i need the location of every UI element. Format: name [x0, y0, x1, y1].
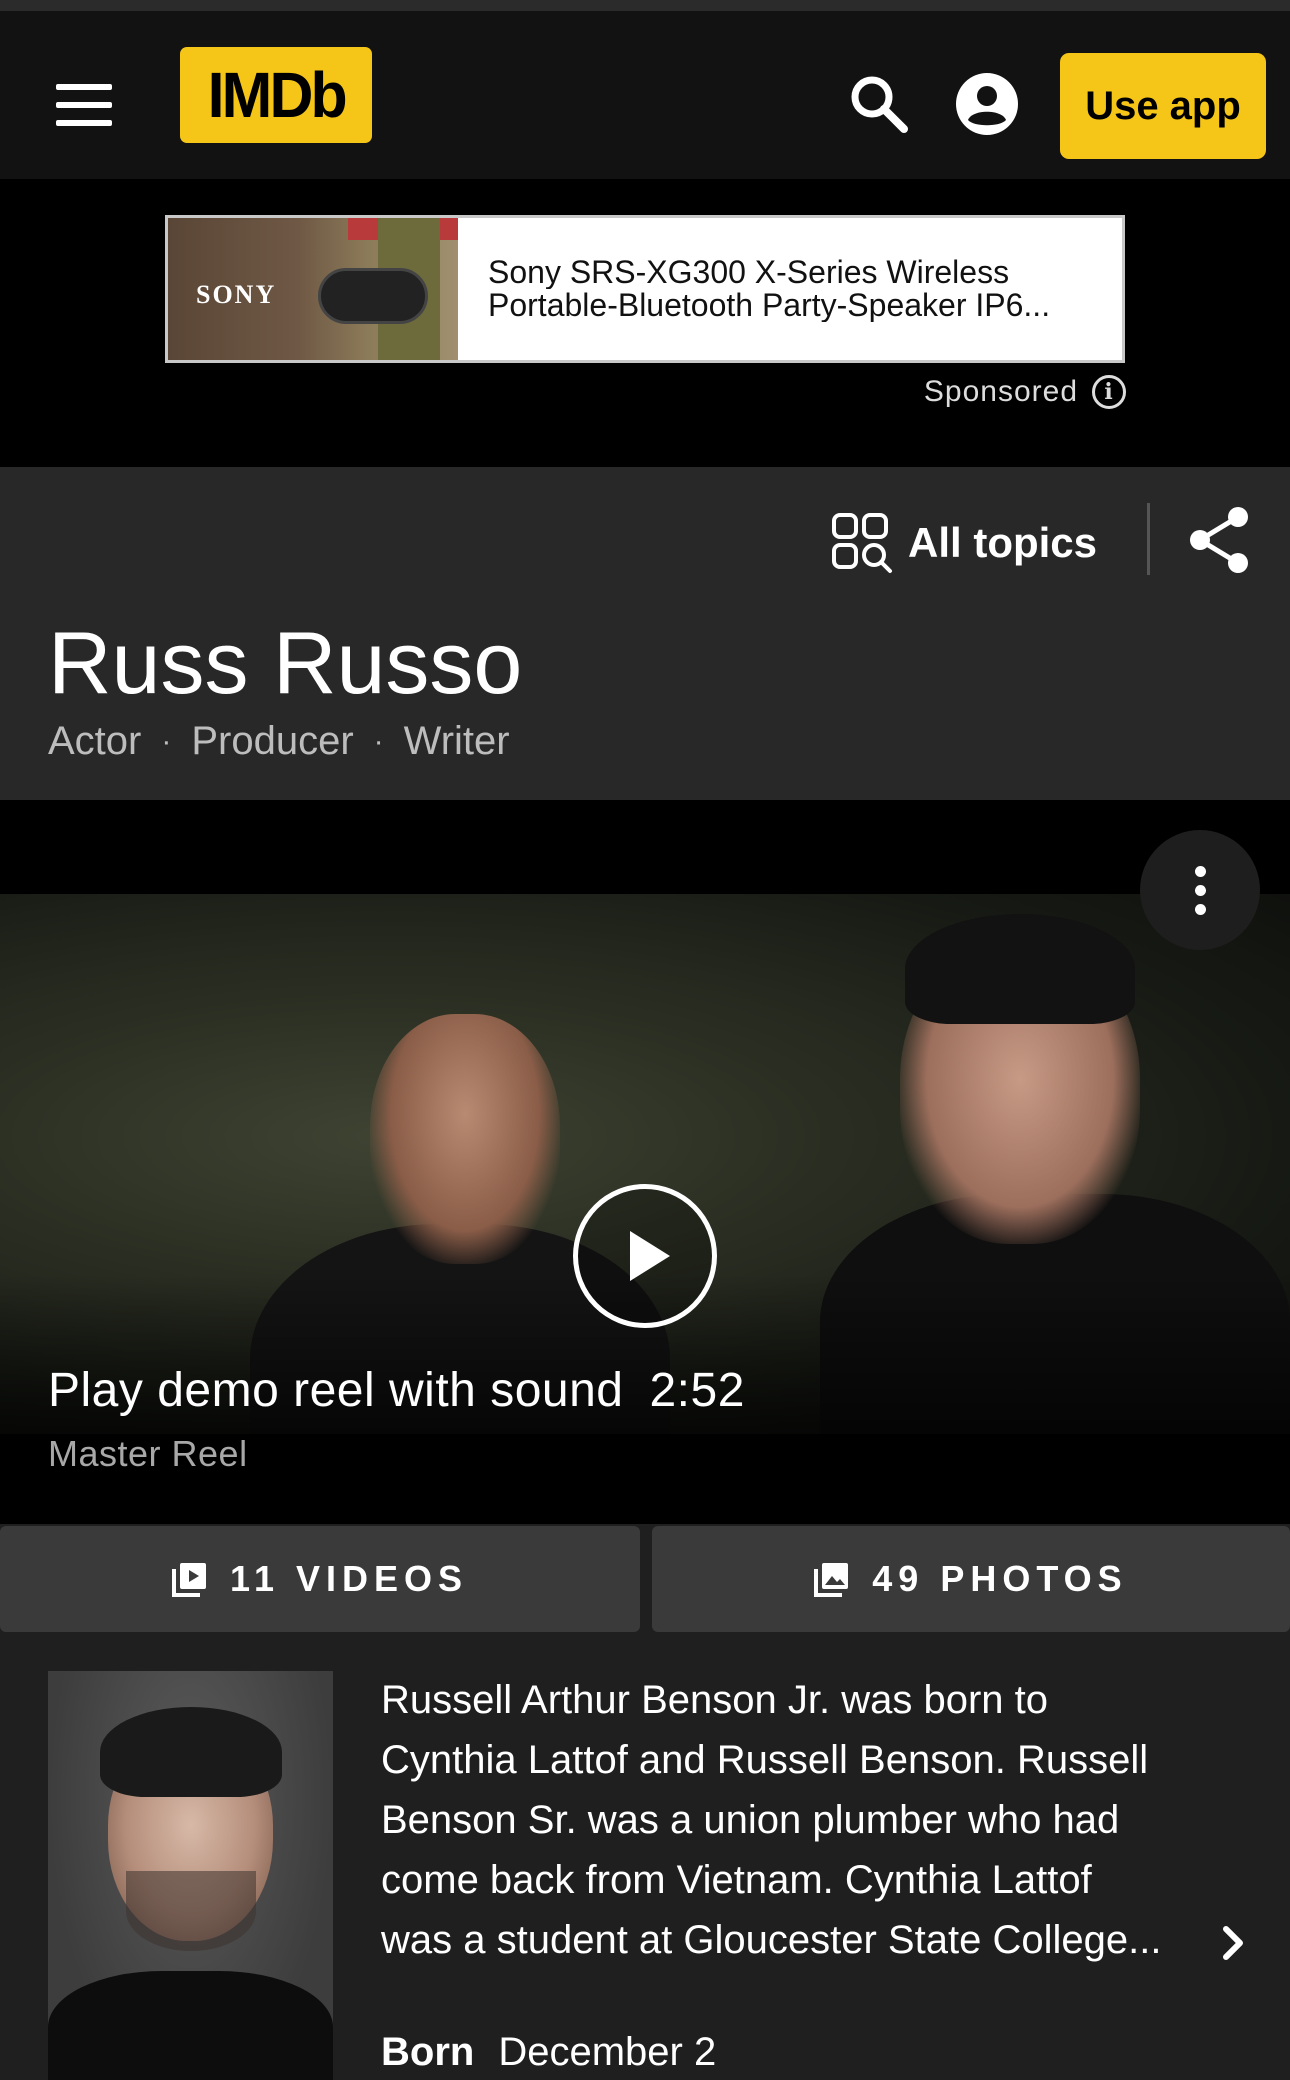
hamburger-menu-icon[interactable]: [44, 65, 124, 145]
ad-banner[interactable]: SONY Sony SRS-XG300 X-Series Wireless Po…: [165, 215, 1125, 363]
all-topics-button[interactable]: All topics: [830, 505, 1097, 581]
bio-line: Russell Arthur Benson Jr. was born to: [381, 1678, 1048, 1722]
top-nav-bar: IMDb Use app: [0, 11, 1290, 179]
videos-button[interactable]: 11 VIDEOS: [0, 1526, 640, 1632]
born-row: Born December 2: [381, 2030, 716, 2075]
chevron-right-icon[interactable]: [1216, 1923, 1252, 1963]
status-strip: [0, 0, 1290, 11]
photos-button[interactable]: 49 PHOTOS: [652, 1526, 1290, 1632]
role-item: Actor: [48, 719, 142, 763]
born-value[interactable]: December 2: [498, 2030, 716, 2075]
bio-summary[interactable]: Russell Arthur Benson Jr. was born to Cy…: [381, 1670, 1221, 1970]
use-app-button[interactable]: Use app: [1060, 53, 1266, 159]
bio-line: come back from Vietnam. Cynthia Lattof: [381, 1858, 1092, 1902]
all-topics-label: All topics: [908, 519, 1098, 566]
imdb-logo[interactable]: IMDb: [180, 47, 372, 143]
bio-line: Cynthia Lattof and Russell Benson. Russe…: [381, 1738, 1149, 1782]
ad-text-line: Portable-Bluetooth Party-Speaker IP6...: [488, 289, 1051, 322]
bio-line: was a student at Gloucester State Colleg…: [381, 1918, 1162, 1962]
videos-label: 11 VIDEOS: [229, 1558, 469, 1599]
divider: [1147, 503, 1150, 575]
ad-banner-area: SONY Sony SRS-XG300 X-Series Wireless Po…: [0, 179, 1290, 467]
share-icon[interactable]: [1188, 505, 1252, 575]
sponsored-label[interactable]: Sponsored i: [924, 375, 1126, 409]
profile-photo[interactable]: [48, 1671, 333, 2080]
bio-line: Benson Sr. was a union plumber who had: [381, 1798, 1120, 1842]
grid-search-icon: [832, 513, 892, 573]
video-caption[interactable]: Play demo reel with sound 2:52: [48, 1363, 745, 1418]
video-player[interactable]: Play demo reel with sound 2:52 Master Re…: [0, 800, 1290, 1524]
play-icon[interactable]: [573, 1184, 717, 1328]
ad-text-line: Sony SRS-XG300 X-Series Wireless: [488, 256, 1010, 289]
info-icon[interactable]: i: [1092, 375, 1126, 409]
role-separator: ·: [373, 724, 384, 758]
video-library-icon: [171, 1563, 206, 1597]
role-item: Producer: [191, 719, 354, 763]
ad-image: SONY: [168, 218, 458, 360]
video-thumbnail[interactable]: [0, 894, 1290, 1434]
born-label: Born: [381, 2030, 475, 2074]
video-duration: 2:52: [649, 1364, 745, 1417]
photo-library-icon: [814, 1563, 849, 1597]
page-title: Russ Russo: [48, 613, 523, 712]
sponsored-text: Sponsored: [923, 375, 1078, 408]
video-subtitle: Master Reel: [48, 1433, 248, 1474]
roles-list: Actor · Producer · Writer: [48, 719, 510, 764]
role-separator: ·: [161, 724, 172, 758]
speaker-image: [318, 268, 428, 324]
ad-text: Sony SRS-XG300 X-Series Wireless Portabl…: [458, 218, 1118, 360]
ad-brand: SONY: [196, 280, 277, 309]
role-item: Writer: [403, 719, 510, 763]
title-section: All topics Russ Russo Actor · Producer ·…: [0, 467, 1290, 800]
bio-section: Russell Arthur Benson Jr. was born to Cy…: [0, 1634, 1290, 2080]
search-icon[interactable]: [846, 71, 912, 137]
logo-text: IMDb: [207, 59, 347, 131]
more-options-icon[interactable]: [1140, 830, 1260, 950]
video-caption-text: Play demo reel with sound: [48, 1364, 624, 1417]
photos-label: 49 PHOTOS: [872, 1558, 1128, 1599]
media-buttons: 11 VIDEOS 49 PHOTOS: [0, 1524, 1290, 1634]
account-circle-icon[interactable]: [954, 71, 1020, 137]
